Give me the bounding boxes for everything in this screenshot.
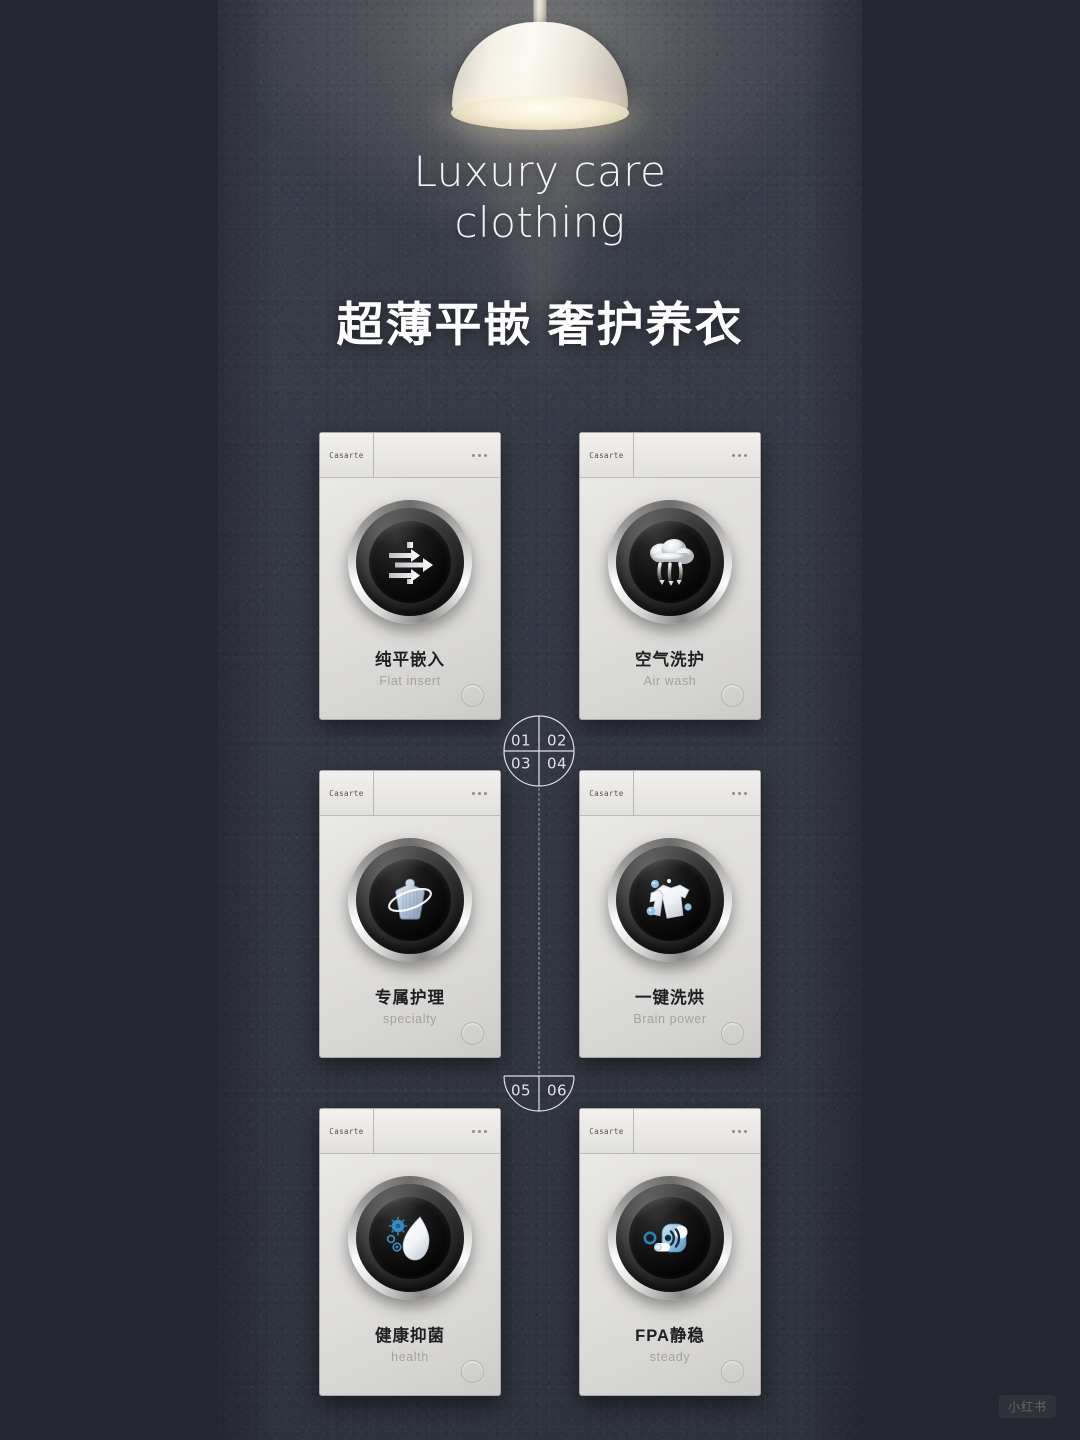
card-header: Casarte bbox=[320, 433, 500, 478]
feature-card-steady[interactable]: Casarte FPA静稳 steady bbox=[579, 1108, 761, 1396]
brand-label: Casarte bbox=[580, 433, 634, 477]
drum-bezel bbox=[356, 508, 464, 616]
card-label-cn: 健康抑菌 bbox=[375, 1327, 445, 1345]
sweater-orbit-icon bbox=[388, 878, 432, 920]
card-header: Casarte bbox=[580, 1109, 760, 1154]
shirt-droplets-icon bbox=[646, 878, 692, 919]
menu-dots-icon[interactable] bbox=[374, 1129, 500, 1133]
drum-glass bbox=[629, 1197, 711, 1279]
drum-door bbox=[608, 838, 732, 962]
card-body: 专属护理 specialty bbox=[320, 816, 500, 1059]
control-knob[interactable] bbox=[721, 1360, 744, 1383]
drum-door bbox=[348, 500, 472, 624]
page-background: Luxury care clothing 超薄平嵌 奢护养衣 01 02 03 … bbox=[0, 0, 1080, 1440]
control-knob[interactable] bbox=[461, 1360, 484, 1383]
drum-bezel bbox=[616, 1184, 724, 1292]
menu-dots-icon[interactable] bbox=[374, 791, 500, 795]
control-knob[interactable] bbox=[721, 1022, 744, 1045]
antibacterial-droplet-icon bbox=[386, 1216, 430, 1261]
drum-door bbox=[348, 838, 472, 962]
drum-bezel bbox=[356, 846, 464, 954]
menu-dots-icon[interactable] bbox=[634, 1129, 760, 1133]
feature-card-specialty[interactable]: Casarte 专属护理 specialty bbox=[319, 770, 501, 1058]
textured-panel: Luxury care clothing 超薄平嵌 奢护养衣 01 02 03 … bbox=[218, 0, 862, 1440]
drum-glass bbox=[629, 521, 711, 603]
menu-dots-icon[interactable] bbox=[634, 791, 760, 795]
feature-card-grid: Casarte 纯平嵌入 Flat insert Casarte 空气洗护 Ai… bbox=[218, 432, 862, 1396]
drum-bezel bbox=[616, 846, 724, 954]
card-body: 空气洗护 Air wash bbox=[580, 478, 760, 721]
card-header: Casarte bbox=[580, 771, 760, 816]
feature-card-health[interactable]: Casarte 健康抑菌 health bbox=[319, 1108, 501, 1396]
card-label-cn: 纯平嵌入 bbox=[375, 651, 445, 669]
card-label-cn: 一键洗烘 bbox=[635, 989, 705, 1007]
heading-block: Luxury care clothing 超薄平嵌 奢护养衣 bbox=[218, 0, 862, 355]
brand-label: Casarte bbox=[580, 771, 634, 815]
card-label-cn: 专属护理 bbox=[375, 989, 445, 1007]
drum-bezel bbox=[356, 1184, 464, 1292]
control-knob[interactable] bbox=[461, 684, 484, 707]
title-en-line2: clothing bbox=[454, 198, 626, 247]
brand-label: Casarte bbox=[580, 1109, 634, 1153]
brand-label: Casarte bbox=[320, 433, 374, 477]
card-header: Casarte bbox=[320, 771, 500, 816]
card-body: 一键洗烘 Brain power bbox=[580, 816, 760, 1059]
feature-card-air-wash[interactable]: Casarte 空气洗护 Air wash bbox=[579, 432, 761, 720]
drum-glass bbox=[369, 859, 451, 941]
card-header: Casarte bbox=[320, 1109, 500, 1154]
drum-glass bbox=[629, 859, 711, 941]
drum-door bbox=[608, 1176, 732, 1300]
quiet-motor-icon bbox=[643, 1223, 688, 1253]
arrows-right-icon bbox=[389, 542, 433, 584]
title-en-line1: Luxury care bbox=[413, 147, 667, 196]
control-knob[interactable] bbox=[461, 1022, 484, 1045]
card-body: 健康抑菌 health bbox=[320, 1154, 500, 1397]
watermark-badge: 小红书 bbox=[998, 1395, 1056, 1418]
page-title-cn: 超薄平嵌 奢护养衣 bbox=[336, 298, 744, 351]
menu-dots-icon[interactable] bbox=[634, 453, 760, 457]
brand-label: Casarte bbox=[320, 771, 374, 815]
card-label-cn: 空气洗护 bbox=[635, 651, 705, 669]
page-title-en: Luxury care clothing bbox=[218, 146, 862, 248]
drum-door bbox=[348, 1176, 472, 1300]
card-header: Casarte bbox=[580, 433, 760, 478]
control-knob[interactable] bbox=[721, 684, 744, 707]
card-body: 纯平嵌入 Flat insert bbox=[320, 478, 500, 721]
feature-card-flat-insert[interactable]: Casarte 纯平嵌入 Flat insert bbox=[319, 432, 501, 720]
card-label-cn: FPA静稳 bbox=[635, 1327, 705, 1345]
drum-bezel bbox=[616, 508, 724, 616]
card-body: FPA静稳 steady bbox=[580, 1154, 760, 1397]
feature-card-brain-power[interactable]: Casarte 一键洗烘 Brain power bbox=[579, 770, 761, 1058]
menu-dots-icon[interactable] bbox=[374, 453, 500, 457]
brand-label: Casarte bbox=[320, 1109, 374, 1153]
drum-glass bbox=[369, 521, 451, 603]
cloud-airflow-icon bbox=[650, 539, 694, 587]
drum-glass bbox=[369, 1197, 451, 1279]
drum-door bbox=[608, 500, 732, 624]
